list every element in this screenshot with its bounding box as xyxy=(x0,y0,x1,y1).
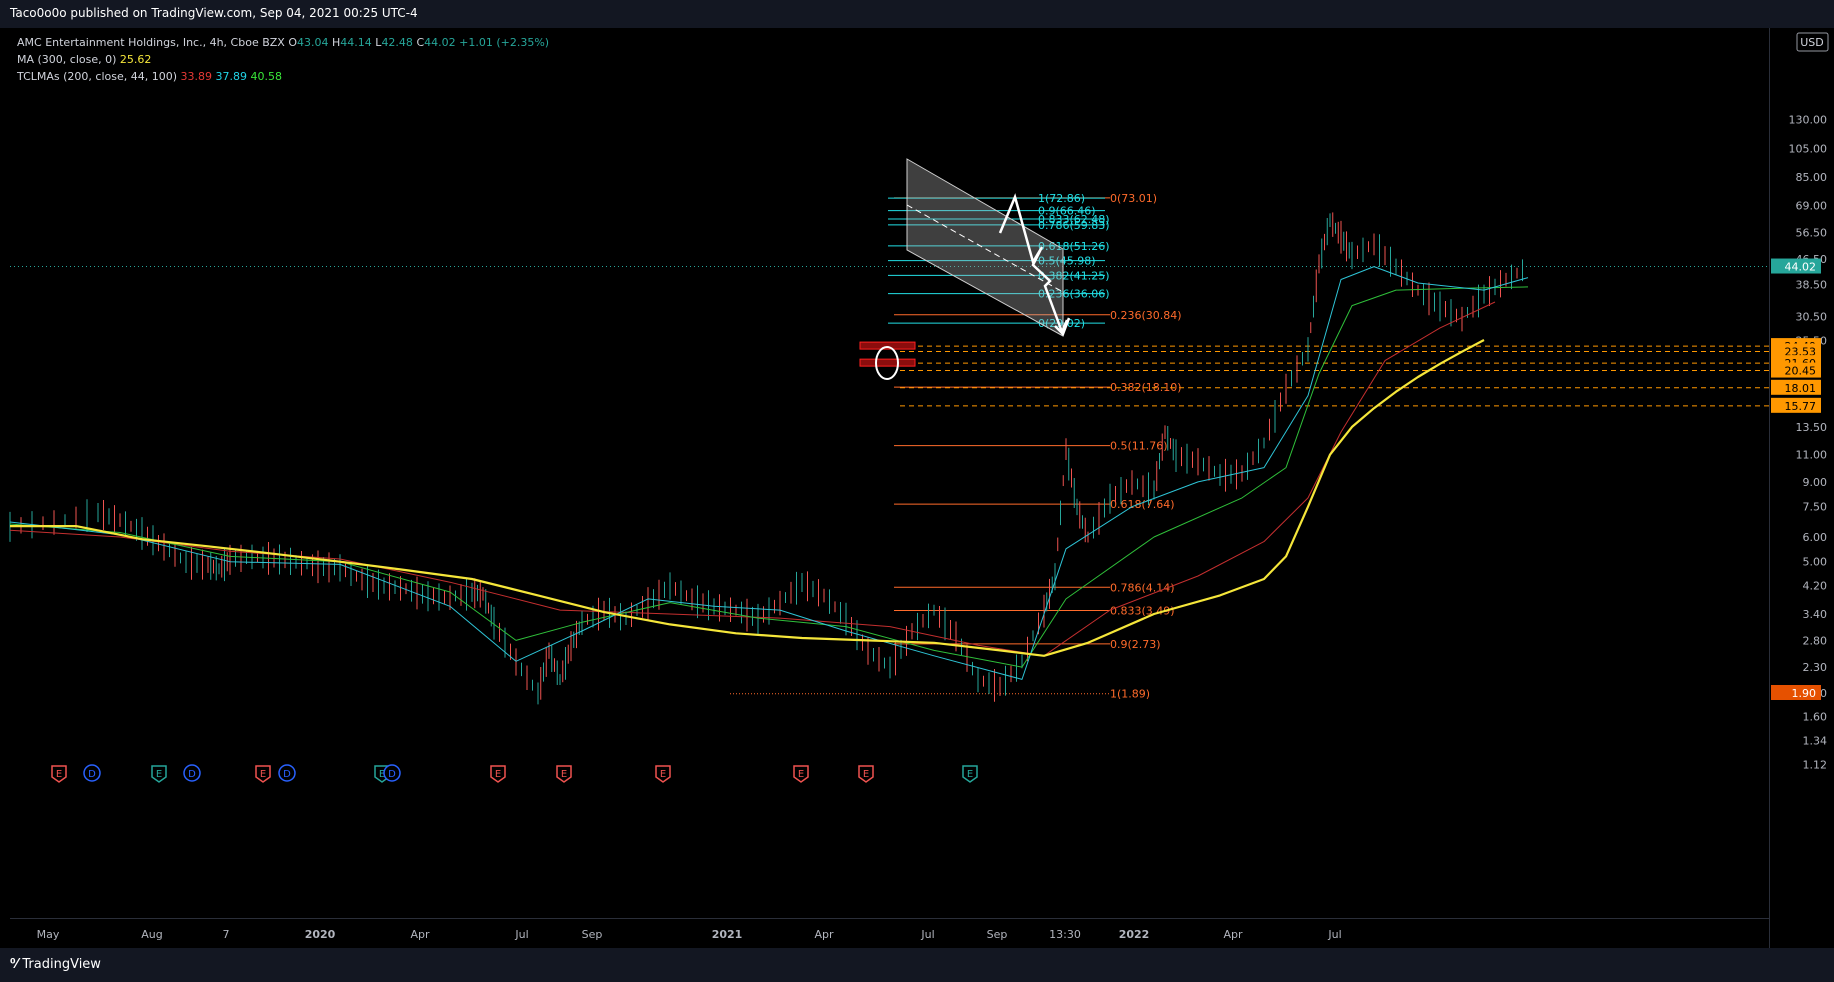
legend-symbol-row: AMC Entertainment Holdings, Inc., 4h, Cb… xyxy=(17,34,549,51)
event-label: E xyxy=(495,769,501,780)
y-tick-label: 69.00 xyxy=(1796,200,1828,213)
x-axis-layer: May Aug 7 2020 Apr Jul Sep 2021 Apr Jul Sep 13:30 20… xyxy=(37,928,1342,941)
y-tick-label: 5.00 xyxy=(1803,556,1828,569)
y-tick-label: 6.00 xyxy=(1803,531,1828,544)
y-tick-label: 30.50 xyxy=(1796,310,1828,323)
fib-orange-label: 1(1.89) xyxy=(1110,688,1150,701)
event-label: D xyxy=(88,769,96,780)
fib-layer: 0(73.01)0.236(30.84)0.382(18.10)0.5(11.7… xyxy=(10,192,1769,701)
symbol-name: AMC Entertainment Holdings, Inc., 4h, Cb… xyxy=(17,36,285,49)
events-layer: EDEDEDEDEEEEEE xyxy=(51,764,978,783)
channel-fill xyxy=(906,158,1064,337)
y-tick-label: 3.40 xyxy=(1803,608,1828,621)
fib-orange-label: 0(73.01) xyxy=(1110,192,1157,205)
y-tick-label: 56.50 xyxy=(1796,227,1828,240)
bottom-bar: ⁰⁄ TradingView xyxy=(0,948,1834,982)
ma-label: MA (300, close, 0) xyxy=(17,53,117,66)
x-tick-label: Jul xyxy=(1327,928,1341,941)
event-label: D xyxy=(388,769,396,780)
event-label: E xyxy=(798,769,804,780)
x-tick-label: Sep xyxy=(987,928,1008,941)
fib-cyan-label: 1(72.86) xyxy=(1038,192,1085,205)
currency-label: USD xyxy=(1800,36,1824,49)
event-label: E xyxy=(967,769,973,780)
level-tag: 20.45 xyxy=(1785,365,1817,378)
ohlc-open: O43.04 xyxy=(288,36,329,49)
event-label: D xyxy=(188,769,196,780)
channel-layer xyxy=(906,158,1064,337)
low-tag: 1.90 xyxy=(1792,687,1817,700)
y-tick-label: 13.50 xyxy=(1796,421,1828,434)
y-tick-label: 1.12 xyxy=(1803,759,1828,772)
x-tick-label: 2020 xyxy=(305,928,336,941)
tclmas-value-3: 40.58 xyxy=(250,70,283,83)
y-tick-label: 11.00 xyxy=(1796,449,1828,462)
fib-orange-label: 0.5(11.76) xyxy=(1110,440,1168,453)
event-label: E xyxy=(260,769,266,780)
x-tick-label: 2021 xyxy=(712,928,743,941)
x-tick-label: Sep xyxy=(582,928,603,941)
brand-label: TradingView xyxy=(22,957,101,972)
ohlc-low: L42.48 xyxy=(375,36,413,49)
price-change: +1.01 (+2.35%) xyxy=(459,36,550,49)
ma-red-line xyxy=(9,301,1496,657)
event-label: E xyxy=(561,769,567,780)
y-axis-layer: 130.00105.0085.0069.0056.5046.5038.5030.… xyxy=(1771,32,1829,772)
fib-orange-label: 0.618(7.64) xyxy=(1110,498,1175,511)
x-tick-label: Aug xyxy=(141,928,162,941)
y-tick-label: 9.00 xyxy=(1803,476,1828,489)
legend: AMC Entertainment Holdings, Inc., 4h, Cb… xyxy=(17,34,549,85)
x-tick-label: 2022 xyxy=(1119,928,1150,941)
tclmas-value-1: 33.89 xyxy=(180,70,213,83)
x-tick-label: 7 xyxy=(223,928,230,941)
y-axis-labels: 130.00105.0085.0069.0056.5046.5038.5030.… xyxy=(1789,114,1828,772)
fib-orange-label: 0.236(30.84) xyxy=(1110,309,1182,322)
tradingview-logo[interactable]: ⁰⁄ TradingView xyxy=(10,957,101,972)
event-label: E xyxy=(863,769,869,780)
fib-cyan-label: 0.786(59.83) xyxy=(1038,219,1110,232)
y-tick-label: 85.00 xyxy=(1796,171,1828,184)
brand-icon: ⁰⁄ xyxy=(10,957,23,972)
tclmas-value-2: 37.89 xyxy=(215,70,248,83)
x-tick-label: Jul xyxy=(920,928,934,941)
y-tick-label: 4.20 xyxy=(1803,579,1828,592)
fib-orange-label: 0.786(4.14) xyxy=(1110,581,1175,594)
x-tick-label: May xyxy=(37,928,60,941)
y-tick-label: 7.50 xyxy=(1803,501,1828,514)
last-price-tag: 44.02 xyxy=(1785,261,1817,274)
y-tick-label: 2.80 xyxy=(1803,634,1828,647)
y-tick-label: 105.00 xyxy=(1789,143,1828,156)
tclmas-label: TCLMAs (200, close, 44, 100) xyxy=(17,70,178,83)
y-tick-label: 1.60 xyxy=(1803,710,1828,723)
x-tick-label: Jul xyxy=(514,928,528,941)
event-label: E xyxy=(660,769,666,780)
supply-zone xyxy=(859,358,916,367)
event-label: E xyxy=(56,769,62,780)
supply-zone xyxy=(859,341,916,350)
ohlc-close: C44.02 xyxy=(416,36,456,49)
y-tick-label: 2.30 xyxy=(1803,661,1828,674)
legend-tclmas-row[interactable]: TCLMAs (200, close, 44, 100) 33.89 37.89… xyxy=(17,68,549,85)
event-label: D xyxy=(283,769,291,780)
legend-ma-row[interactable]: MA (300, close, 0) 25.62 xyxy=(17,51,549,68)
fib-orange-label: 0.9(2.73) xyxy=(1110,638,1161,651)
y-tick-label: 38.50 xyxy=(1796,279,1828,292)
x-tick-label: Apr xyxy=(410,928,430,941)
x-tick-label: Apr xyxy=(814,928,834,941)
y-tick-label: 1.34 xyxy=(1803,734,1828,747)
level-tag: 18.01 xyxy=(1785,382,1817,395)
level-tag: 15.77 xyxy=(1785,400,1817,413)
x-tick-label: 13:30 xyxy=(1049,928,1081,941)
event-label: E xyxy=(156,769,162,780)
chart-svg[interactable]: 0(73.01)0.236(30.84)0.382(18.10)0.5(11.7… xyxy=(0,0,1834,982)
y-tick-label: 130.00 xyxy=(1789,114,1828,127)
ma-value: 25.62 xyxy=(119,53,152,66)
series-layer xyxy=(9,212,1529,705)
x-tick-label: Apr xyxy=(1223,928,1243,941)
ohlc-high: H44.14 xyxy=(332,36,372,49)
